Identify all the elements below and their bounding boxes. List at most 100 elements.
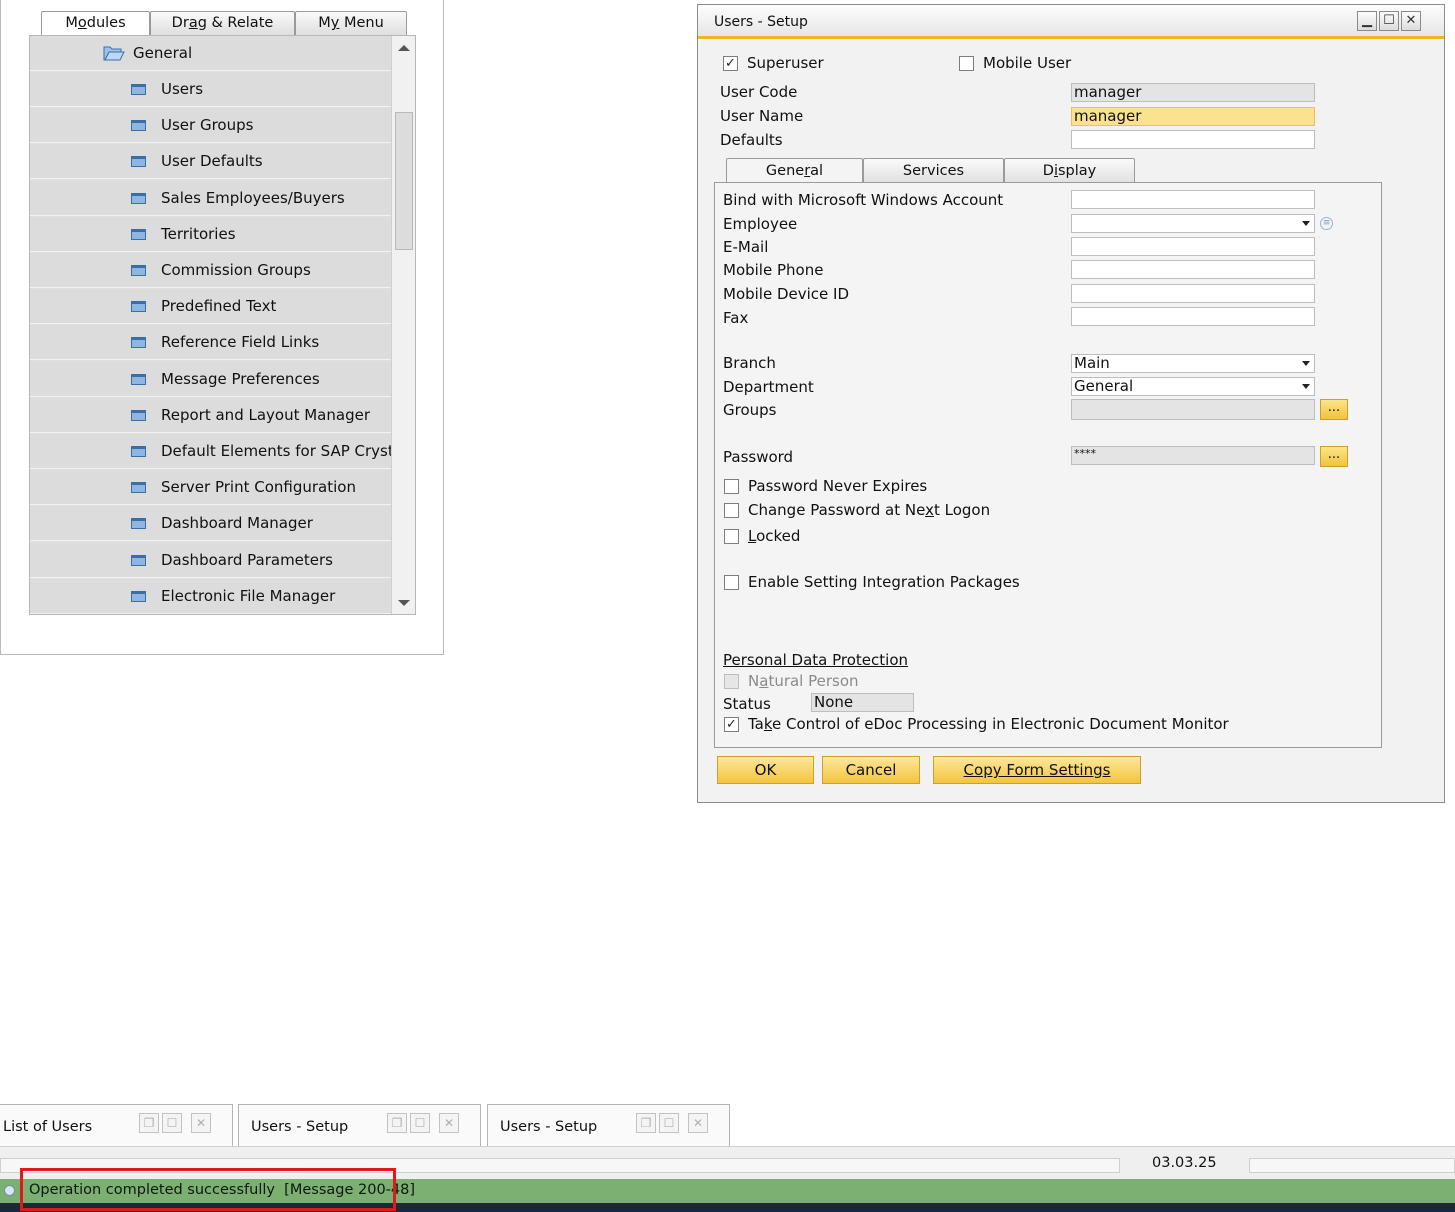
tree-item[interactable]: Dashboard Parameters	[30, 542, 391, 578]
mobile-user-label: Mobile User	[983, 54, 1072, 72]
status-field-right	[1249, 1158, 1455, 1173]
mobile-user-checkbox[interactable]	[959, 56, 974, 71]
chevron-down-icon	[1302, 221, 1310, 226]
edoc-control-checkbox[interactable]: ✓	[724, 717, 739, 732]
ok-button[interactable]: OK	[717, 756, 814, 784]
superuser-checkbox[interactable]: ✓	[723, 56, 738, 71]
password-never-expires-label: Password Never Expires	[748, 477, 928, 495]
tree-item[interactable]: User Defaults	[30, 144, 391, 180]
tree-item[interactable]: User Groups	[30, 108, 391, 144]
locked-checkbox[interactable]	[724, 529, 739, 544]
tree-item[interactable]: Sales Employees/Buyers	[30, 180, 391, 216]
restore-icon[interactable]: ❐	[139, 1113, 159, 1133]
superuser-label: Superuser	[747, 54, 824, 72]
tree-item[interactable]: Reference Field Links	[30, 325, 391, 361]
tree-item[interactable]: Territories	[30, 216, 391, 252]
password-field[interactable]: ****	[1071, 446, 1315, 465]
tree-folder-label: General	[133, 44, 193, 62]
fax-label: Fax	[723, 309, 749, 327]
tree-item[interactable]: Message Preferences	[30, 361, 391, 397]
tab-general[interactable]: General	[726, 158, 863, 184]
copy-form-settings-button[interactable]: Copy Form Settings	[933, 756, 1141, 784]
close-icon[interactable]: ✕	[439, 1113, 459, 1133]
taskbar-window-users-setup[interactable]: Users - Setup ❐ ☐ ✕	[238, 1104, 481, 1146]
form-window-icon	[131, 156, 146, 168]
email-field[interactable]	[1071, 237, 1315, 256]
change-password-checkbox[interactable]	[724, 503, 739, 518]
tree-item[interactable]: Commission Groups	[30, 253, 391, 288]
cancel-button[interactable]: Cancel	[822, 756, 920, 784]
status-label: Status	[723, 695, 771, 713]
scroll-up-icon[interactable]	[398, 45, 410, 51]
department-dropdown[interactable]: General	[1071, 377, 1315, 396]
restore-icon[interactable]: ❐	[636, 1113, 656, 1133]
tree-item[interactable]: Users	[30, 72, 391, 107]
password-change-button[interactable]: ...	[1320, 446, 1348, 467]
tab-general-label: General	[765, 163, 824, 179]
tab-display-label: Display	[1042, 163, 1097, 179]
user-name-label: User Name	[720, 107, 804, 125]
employee-dropdown[interactable]	[1071, 214, 1315, 233]
tab-modules[interactable]: Modules	[41, 11, 150, 36]
mobile-device-field[interactable]	[1071, 284, 1315, 303]
mobile-phone-field[interactable]	[1071, 260, 1315, 279]
personal-data-protection-heading: Personal Data Protection	[723, 651, 909, 669]
password-never-expires-checkbox[interactable]	[724, 479, 739, 494]
module-tree-scrollbar[interactable]	[391, 36, 415, 614]
tree-item-label: Default Elements for SAP Crysta	[161, 442, 403, 460]
user-name-field[interactable]: manager	[1071, 107, 1315, 126]
department-label: Department	[723, 378, 814, 396]
branch-dropdown[interactable]: Main	[1071, 354, 1315, 373]
list-link-icon[interactable]: ≡	[1320, 217, 1333, 230]
close-icon[interactable]: ✕	[191, 1113, 211, 1133]
tree-item[interactable]: Predefined Text	[30, 289, 391, 325]
tree-item[interactable]: Dashboard Manager	[30, 506, 391, 542]
tab-services[interactable]: Services	[863, 158, 1004, 183]
tree-item[interactable]: Server Print Configuration	[30, 470, 391, 506]
branch-label: Branch	[723, 354, 776, 372]
maximize-icon[interactable]: ☐	[1379, 11, 1399, 31]
minimize-icon[interactable]: ▁	[1357, 11, 1377, 31]
tree-item-label: Message Preferences	[161, 369, 320, 388]
bind-windows-field[interactable]	[1071, 190, 1315, 209]
tree-item-label: Sales Employees/Buyers	[161, 188, 345, 207]
restore-icon[interactable]: ❐	[387, 1113, 407, 1133]
tab-my-menu-label: My Menu	[318, 15, 384, 31]
window-titlebar[interactable]: Users - Setup ▁ ☐ ✕	[698, 5, 1444, 39]
form-window-icon	[131, 446, 146, 457]
tree-item-label: Electronic File Manager	[161, 586, 336, 605]
close-icon[interactable]: ✕	[688, 1113, 708, 1133]
taskbar-window-label: Users - Setup	[500, 1119, 598, 1135]
maximize-icon[interactable]: ☐	[659, 1113, 679, 1133]
email-label: E-Mail	[723, 238, 769, 256]
form-window-icon	[131, 301, 146, 313]
scroll-down-icon[interactable]	[398, 600, 410, 606]
taskbar-window-list-of-users[interactable]: List of Users ❐ ☐ ✕	[0, 1104, 233, 1146]
groups-field[interactable]	[1071, 399, 1315, 420]
tab-display[interactable]: Display	[1004, 158, 1135, 183]
maximize-icon[interactable]: ☐	[162, 1113, 182, 1133]
tree-item[interactable]: Default Elements for SAP Crysta	[30, 434, 403, 469]
maximize-icon[interactable]: ☐	[410, 1113, 430, 1133]
form-window-icon	[131, 409, 146, 421]
tree-item[interactable]: Electronic File Manager	[30, 578, 391, 614]
taskbar-window-users-setup-2[interactable]: Users - Setup ❐ ☐ ✕	[487, 1104, 730, 1146]
tree-item[interactable]: Report and Layout Manager	[30, 397, 391, 433]
enable-integration-checkbox[interactable]	[724, 575, 739, 590]
locked-label: Locked	[748, 527, 801, 545]
scroll-thumb[interactable]	[395, 112, 413, 250]
fax-field[interactable]	[1071, 307, 1315, 326]
tab-my-menu[interactable]: My Menu	[295, 11, 407, 35]
module-panel: Modules Drag & Relate My Menu General Us…	[0, 0, 444, 655]
form-window-icon	[131, 482, 146, 494]
tree-item-label: Users	[161, 80, 204, 98]
module-tree: General Users User Groups User Defaults Sal…	[29, 35, 416, 615]
groups-browse-button[interactable]: ...	[1320, 399, 1348, 420]
form-window-icon	[131, 590, 146, 602]
defaults-field[interactable]	[1071, 130, 1315, 149]
tab-drag-relate[interactable]: Drag & Relate	[150, 11, 295, 35]
user-code-field[interactable]: manager	[1071, 83, 1315, 102]
taskbar-window-label: Users - Setup	[251, 1119, 349, 1135]
close-icon[interactable]: ✕	[1401, 11, 1421, 31]
tree-folder-general[interactable]: General	[30, 36, 391, 71]
